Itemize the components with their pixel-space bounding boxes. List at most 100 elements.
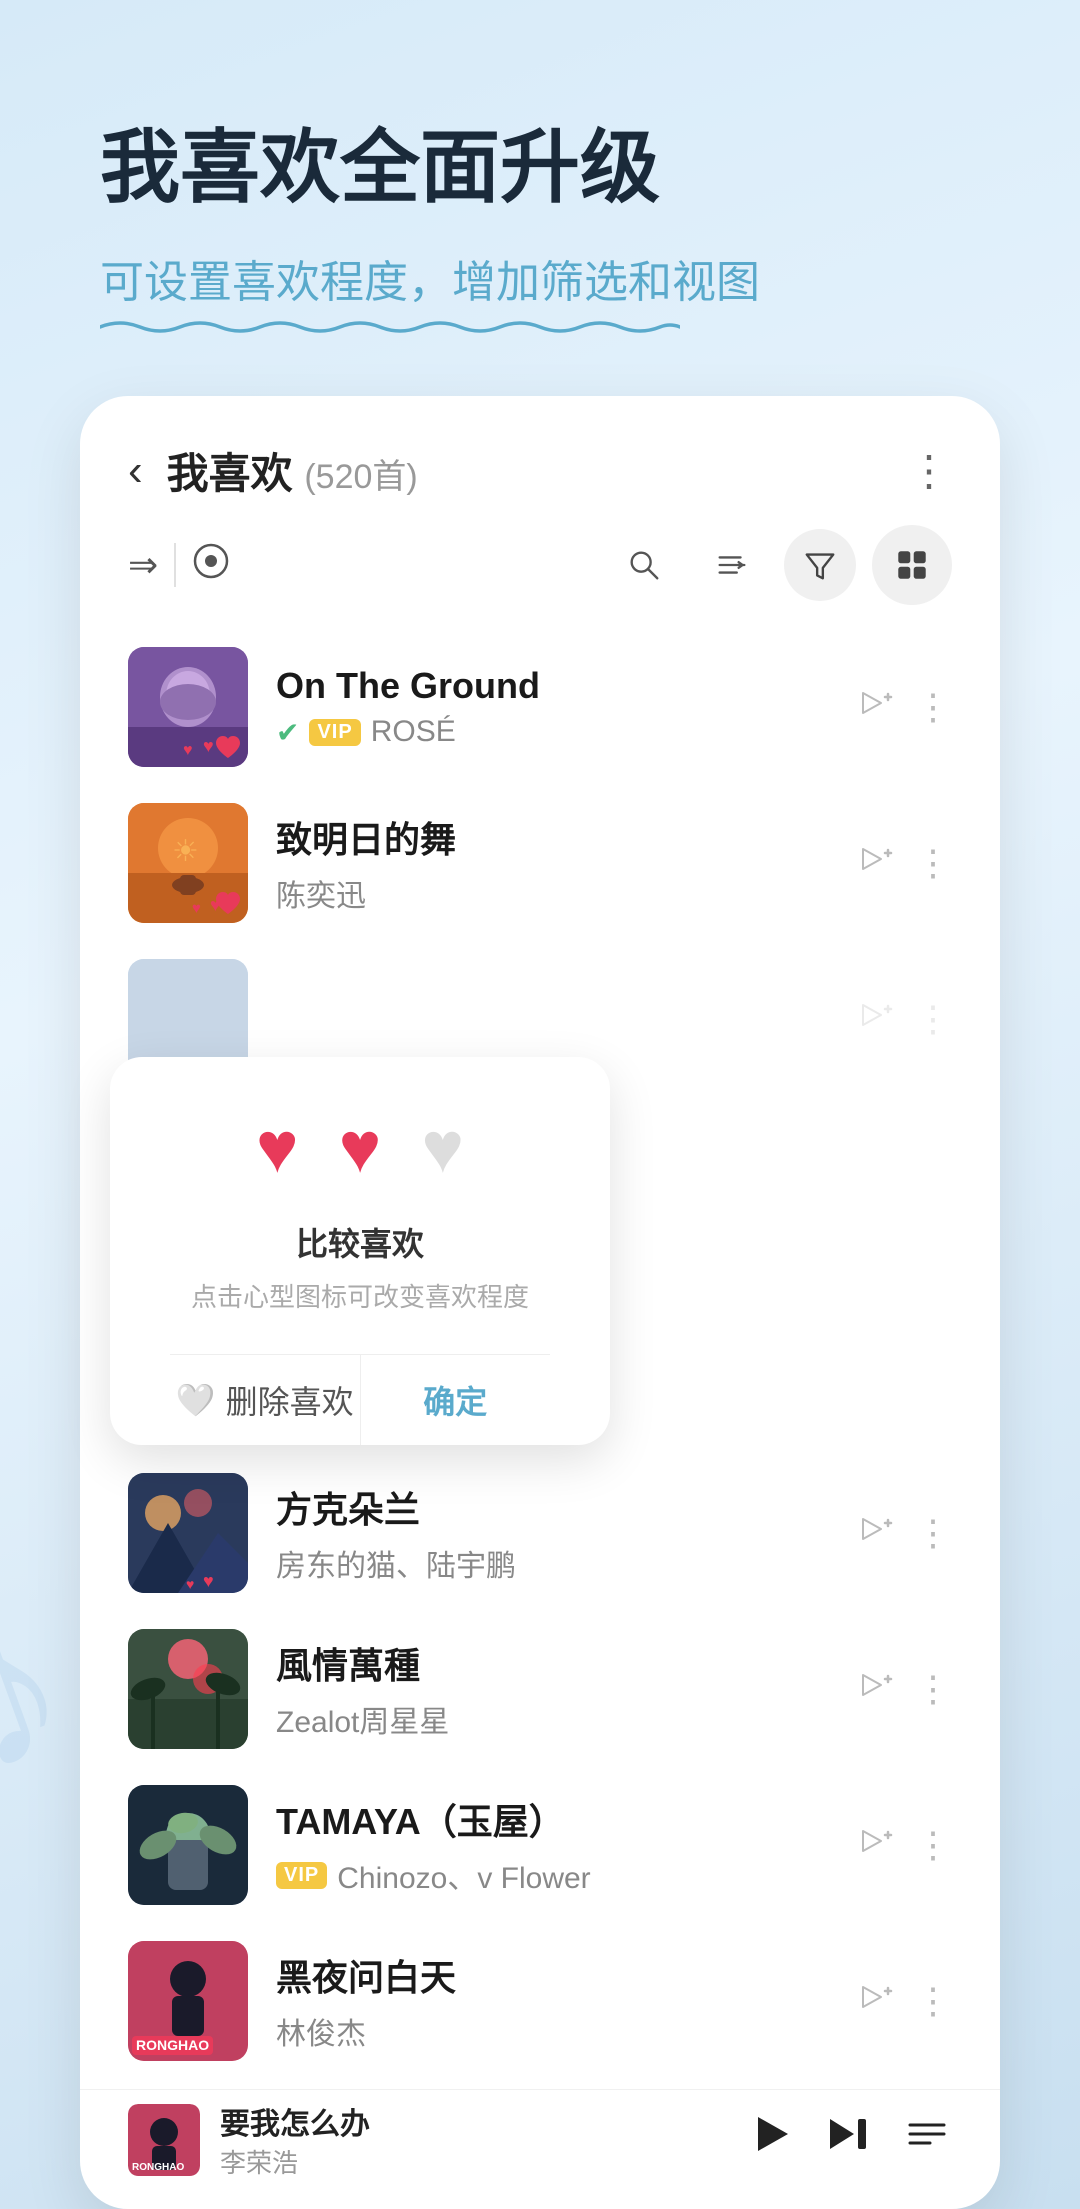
song-info-6: TAMAYA（玉屋） VIP Chinozo、v Flower [276,1793,831,1897]
song-item-4[interactable]: ♥ ♥ 方克朵兰 房东的猫、陆宇鹏 ⋮ [80,1455,1000,1611]
song-item-5[interactable]: 風情萬種 Zealot周星星 ⋮ [80,1611,1000,1767]
song-artist-row-4: 房东的猫、陆宇鹏 [276,1541,831,1585]
add-to-queue-5[interactable] [859,1667,895,1712]
song-artist-7: 林俊杰 [276,2009,366,2053]
play-order-button[interactable] [192,542,230,589]
player-info: 要我怎么办 李荣浩 [220,2099,746,2180]
song-artist-row-5: Zealot周星星 [276,1697,831,1741]
song-more-5[interactable]: ⋮ [915,1668,952,1710]
vip-badge-1: VIP [309,719,360,746]
song-artist-row-7: 林俊杰 [276,2009,831,2053]
song-item-6[interactable]: TAMAYA（玉屋） VIP Chinozo、v Flower ⋮ [80,1767,1000,1923]
page-title: 我喜欢全面升级 [100,120,980,216]
song-title-7: 黑夜问白天 [276,1949,831,2001]
svg-text:♥: ♥ [192,900,201,917]
heart-delete-icon: 🤍 [176,1381,216,1419]
add-to-queue-7[interactable] [859,1979,895,2024]
player-title: 要我怎么办 [220,2099,746,2143]
song-artist-1: ROSÉ [371,715,456,749]
song-info-5: 風情萬種 Zealot周星星 [276,1637,831,1741]
song-thumb-4: ♥ ♥ [128,1473,248,1593]
song-info-7: 黑夜问白天 林俊杰 [276,1949,831,2053]
add-to-queue-1[interactable] [859,685,895,730]
svg-text:♥: ♥ [186,1576,194,1592]
filter-button[interactable] [784,529,856,601]
search-button[interactable] [608,529,680,601]
toolbar-divider [174,543,176,587]
song-artist-2: 陈奕迅 [276,871,366,915]
card-toolbar: ⇒ [80,525,1000,629]
song-title-6: TAMAYA（玉屋） [276,1793,831,1845]
shuffle-button[interactable]: ⇒ [128,544,158,586]
svg-text:♥: ♥ [203,736,214,756]
song-actions-2: ⋮ [859,841,952,886]
song-actions-4: ⋮ [859,1511,952,1556]
card-title: 我喜欢 (520首) [167,440,418,501]
song-item-7[interactable]: RONGHAO 黑夜问白天 林俊杰 ⋮ [80,1923,1000,2079]
song-title-1: On The Ground [276,665,831,707]
song-title-4: 方克朵兰 [276,1481,831,1533]
heart-badge-2 [214,891,242,917]
song-item-2[interactable]: ☀ ♥ ♥ 致明日的舞 陈奕迅 [80,785,1000,941]
song-thumb-6 [128,1785,248,1905]
back-button[interactable]: ‹ [128,446,143,496]
song-item-1[interactable]: ♥ ♥ On The Ground ✔ VIP ROSÉ [80,629,1000,785]
card-header-left: ‹ 我喜欢 (520首) [128,440,418,501]
song-list: ♥ ♥ On The Ground ✔ VIP ROSÉ [80,629,1000,2079]
wave-decoration [100,318,680,336]
song-artist-4: 房东的猫、陆宇鹏 [276,1541,516,1585]
heart-level-1[interactable]: ♥ [256,1107,299,1189]
toolbar-left: ⇒ [128,542,584,589]
page-header: 我喜欢全面升级 可设置喜欢程度，增加筛选和视图 [0,0,1080,396]
card-header: ‹ 我喜欢 (520首) ⋮ [80,396,1000,525]
song-more-1[interactable]: ⋮ [915,686,952,728]
svg-text:☀: ☀ [172,835,199,868]
player-thumb: RONGHAO [128,2104,200,2176]
player-controls [746,2109,952,2170]
song-more-4[interactable]: ⋮ [915,1512,952,1554]
more-options-button[interactable]: ⋮ [908,446,952,495]
song-info-1: On The Ground ✔ VIP ROSÉ [276,665,831,749]
song-thumb-5 [128,1629,248,1749]
add-to-queue-2[interactable] [859,841,895,886]
favorite-level-popup: ♥ ♥ ♥ 比较喜欢 点击心型图标可改变喜欢程度 🤍 删除喜欢 确定 [110,1057,610,1445]
verified-icon-1: ✔ [276,716,299,749]
popup-hint: 点击心型图标可改变喜欢程度 [170,1277,550,1314]
song-actions-6: ⋮ [859,1823,952,1868]
svg-text:RONGHAO: RONGHAO [132,2162,184,2173]
page-subtitle: 可设置喜欢程度，增加筛选和视图 [100,246,760,336]
song-artist-row-1: ✔ VIP ROSÉ [276,715,831,749]
song-artist-row-2: 陈奕迅 [276,871,831,915]
sort-button[interactable] [696,529,768,601]
popup-actions: 🤍 删除喜欢 确定 [170,1354,550,1445]
song-more-7[interactable]: ⋮ [915,1980,952,2022]
add-to-queue-6[interactable] [859,1823,895,1868]
add-to-queue-4[interactable] [859,1511,895,1556]
next-button[interactable] [824,2109,874,2170]
song-more-3[interactable]: ⋮ [915,998,952,1040]
play-button[interactable] [746,2109,796,2170]
song-artist-row-6: VIP Chinozo、v Flower [276,1853,831,1897]
svg-text:♥: ♥ [183,742,193,759]
song-actions-1: ⋮ [859,685,952,730]
confirm-button[interactable]: 确定 [361,1355,551,1445]
heart-level-3[interactable]: ♥ [421,1107,464,1189]
svg-text:♥: ♥ [203,1571,214,1591]
song-actions-7: ⋮ [859,1979,952,2024]
popup-label: 比较喜欢 [170,1219,550,1265]
artist-label-thumb: RONGHAO [132,2036,213,2055]
view-toggle-button[interactable] [872,525,952,605]
song-thumb-7: RONGHAO [128,1941,248,2061]
song-more-2[interactable]: ⋮ [915,842,952,884]
song-artist-6: Chinozo、v Flower [337,1853,590,1897]
popup-hearts: ♥ ♥ ♥ [170,1107,550,1189]
song-artist-5: Zealot周星星 [276,1697,449,1741]
delete-favorite-button[interactable]: 🤍 删除喜欢 [170,1355,361,1445]
add-to-queue-3[interactable] [859,997,895,1042]
song-thumb-2: ☀ ♥ ♥ [128,803,248,923]
heart-level-2[interactable]: ♥ [339,1107,382,1189]
song-actions-5: ⋮ [859,1667,952,1712]
song-more-6[interactable]: ⋮ [915,1824,952,1866]
toolbar-right [608,525,952,605]
playlist-button[interactable] [902,2109,952,2170]
